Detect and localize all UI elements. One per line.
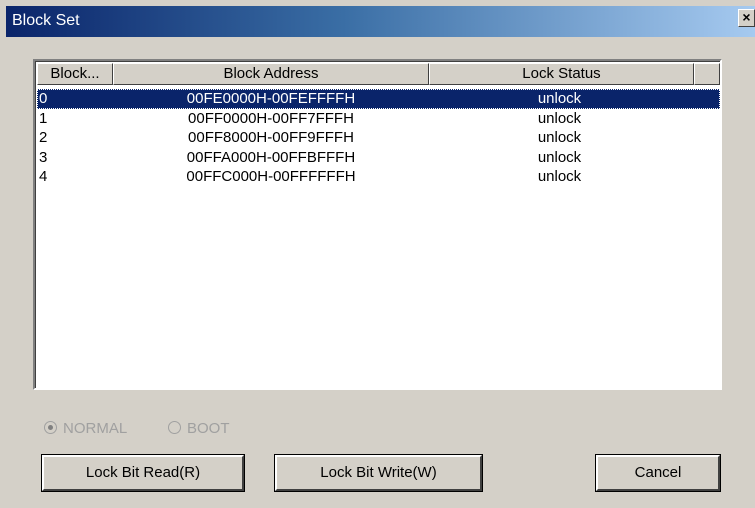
block-number: 4 xyxy=(39,168,48,185)
window-title: Block Set xyxy=(12,12,80,29)
column-header-block-address[interactable]: Block Address xyxy=(113,63,429,85)
block-number: 0 xyxy=(39,90,48,107)
column-header-lock-status[interactable]: Lock Status xyxy=(429,63,694,85)
boot-radio-label: BOOT xyxy=(187,420,230,437)
block-address: 00FFA000H-00FFBFFFH xyxy=(186,148,356,166)
lock-bit-read-button[interactable]: Lock Bit Read(R) xyxy=(42,455,244,491)
normal-radio[interactable]: NORMAL xyxy=(44,420,127,437)
lock-status: unlock xyxy=(537,109,582,127)
cancel-button[interactable]: Cancel xyxy=(596,455,720,491)
list-row-3[interactable]: 3 00FFA000H-00FFBFFFH unlock xyxy=(37,148,720,168)
block-number: 3 xyxy=(39,148,48,166)
title-bar[interactable]: Block Set xyxy=(6,6,755,37)
radio-selected-icon xyxy=(44,421,57,434)
list-row-2[interactable]: 2 00FF8000H-00FF9FFFH unlock xyxy=(37,128,720,148)
boot-radio[interactable]: BOOT xyxy=(168,420,230,437)
block-address: 00FF8000H-00FF9FFFH xyxy=(188,129,354,146)
block-address: 00FF0000H-00FF7FFFH xyxy=(188,109,354,127)
list-row-1[interactable]: 1 00FF0000H-00FF7FFFH unlock xyxy=(37,109,720,129)
block-set-dialog: Block Set × Block... Block Address Lock … xyxy=(0,0,755,508)
normal-radio-label: NORMAL xyxy=(63,420,128,437)
lock-status: unlock xyxy=(537,129,582,146)
lock-status: unlock xyxy=(537,90,582,107)
block-number: 1 xyxy=(39,109,48,127)
list-row-0[interactable]: 0 00FE0000H-00FEFFFFH unlock xyxy=(37,89,720,109)
radio-unselected-icon xyxy=(168,421,181,434)
close-icon[interactable]: × xyxy=(738,9,755,27)
column-header-block[interactable]: Block... xyxy=(37,63,113,85)
block-list[interactable]: Block... Block Address Lock Status 0 00F… xyxy=(33,59,722,390)
list-header: Block... Block Address Lock Status xyxy=(37,63,720,85)
lock-status: unlock xyxy=(537,168,582,185)
block-address: 00FFC000H-00FFFFFFH xyxy=(186,168,356,185)
list-rows: 0 00FE0000H-00FEFFFFH unlock 1 00FF0000H… xyxy=(37,89,720,187)
block-number: 2 xyxy=(39,129,48,146)
block-address: 00FE0000H-00FEFFFFH xyxy=(186,90,356,107)
column-header-filler xyxy=(694,63,720,85)
lock-bit-write-button[interactable]: Lock Bit Write(W) xyxy=(275,455,482,491)
lock-status: unlock xyxy=(537,148,582,166)
list-row-4[interactable]: 4 00FFC000H-00FFFFFFH unlock xyxy=(37,167,720,187)
